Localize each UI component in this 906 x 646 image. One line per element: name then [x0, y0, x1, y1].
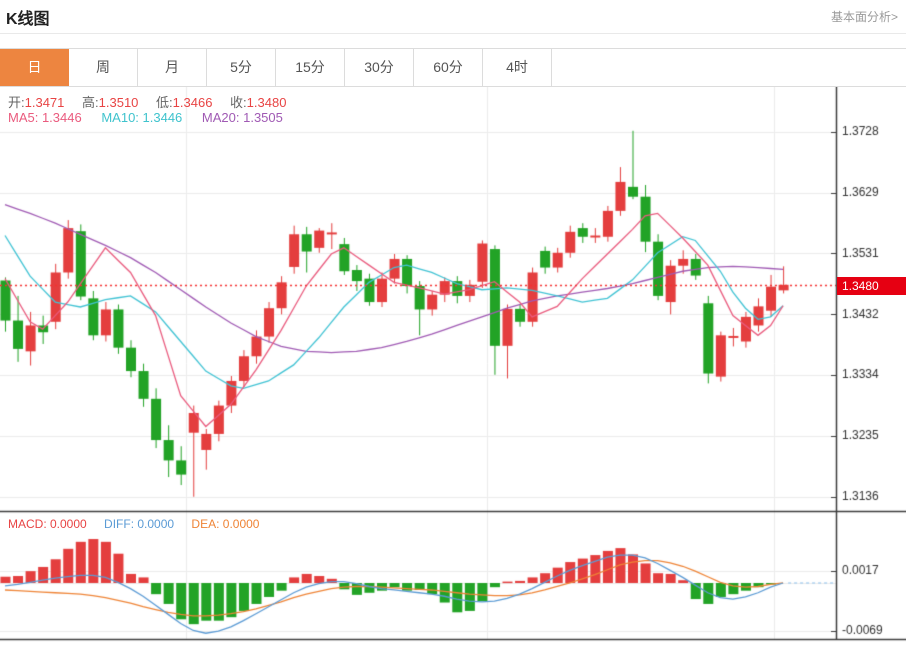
- kline-page: K线图 基本面分析> 日 周 月 5分 15分 30分 60分 4时 开:1.3…: [0, 0, 906, 646]
- fundamental-analysis-link[interactable]: 基本面分析>: [831, 8, 898, 25]
- last-price-badge: 1.3480: [837, 277, 906, 295]
- titlebar: K线图 基本面分析>: [0, 0, 906, 34]
- tab-week[interactable]: 周: [69, 49, 138, 86]
- tab-60min[interactable]: 60分: [414, 49, 483, 86]
- chart-area: 开:1.3471 高:1.3510 低:1.3466 收:1.3480 MA5:…: [0, 87, 906, 645]
- kline-canvas[interactable]: [0, 87, 906, 645]
- page-title: K线图: [6, 5, 50, 29]
- tab-30min[interactable]: 30分: [345, 49, 414, 86]
- tab-day[interactable]: 日: [0, 49, 69, 86]
- tab-bar-filler: [552, 49, 906, 86]
- tab-4hour[interactable]: 4时: [483, 49, 552, 86]
- interval-tab-bar: 日 周 月 5分 15分 30分 60分 4时: [0, 48, 906, 87]
- tab-5min[interactable]: 5分: [207, 49, 276, 86]
- tab-15min[interactable]: 15分: [276, 49, 345, 86]
- tab-month[interactable]: 月: [138, 49, 207, 86]
